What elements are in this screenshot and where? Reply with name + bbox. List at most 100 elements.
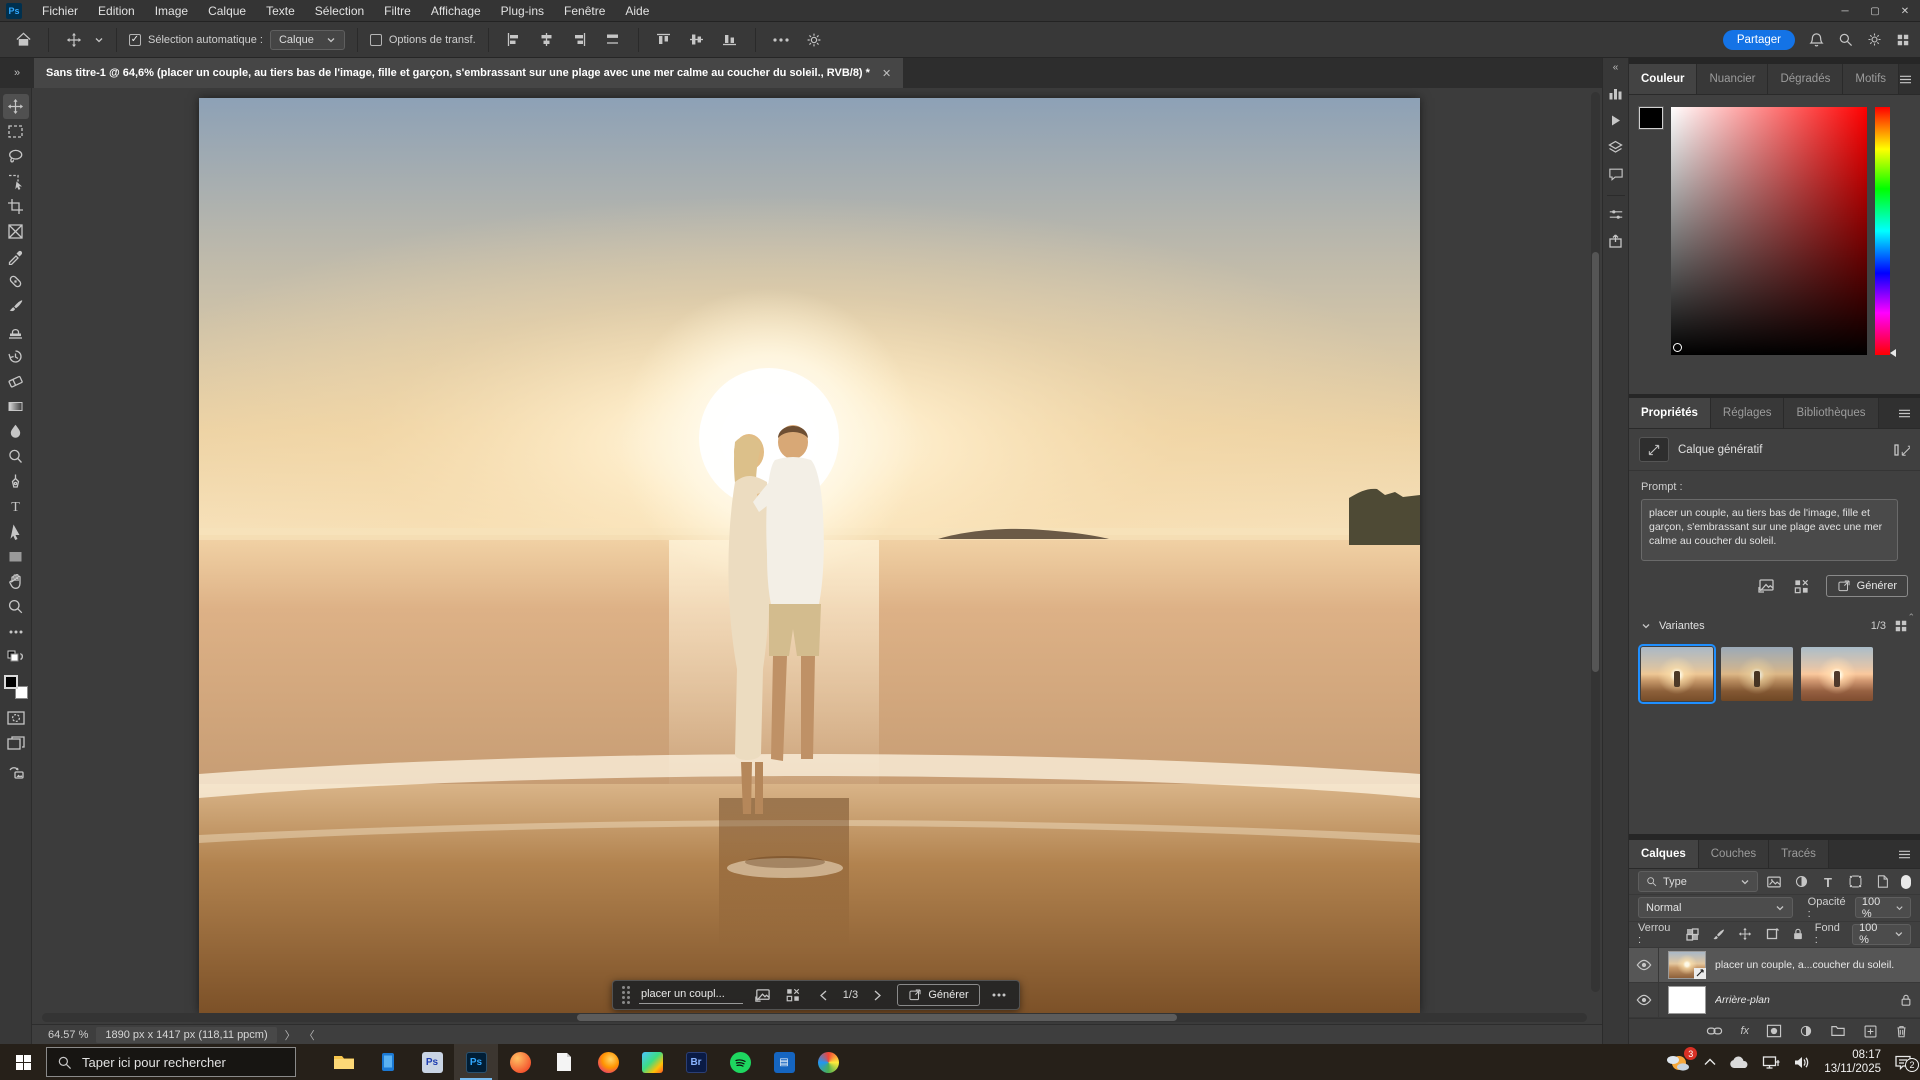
document-dimensions[interactable]: 1890 px x 1417 px (118,11 ppcm) (96, 1027, 276, 1043)
previous-variant-icon[interactable] (813, 984, 834, 1006)
layer-name[interactable]: placer un couple, a...coucher du soleil. (1715, 959, 1912, 971)
marquee-tool[interactable] (3, 119, 29, 144)
foreground-color-swatch[interactable] (4, 675, 18, 689)
tray-chevron-up-icon[interactable] (1704, 1058, 1716, 1066)
fill-value-box[interactable]: 100 % (1852, 924, 1911, 945)
panel-icon-adjustments[interactable] (1604, 202, 1628, 226)
menu-plugins[interactable]: Plug-ins (491, 1, 554, 21)
chevron-down-icon[interactable] (94, 35, 104, 45)
minimize-button[interactable]: ─ (1830, 0, 1860, 22)
dodge-tool[interactable] (3, 444, 29, 469)
path-selection-tool[interactable] (3, 519, 29, 544)
filter-type-layers-icon[interactable]: T (1818, 872, 1838, 892)
adjustment-layer-icon[interactable] (1799, 1024, 1813, 1038)
tab-couleur[interactable]: Couleur (1629, 64, 1697, 94)
clock-widget[interactable]: 08:17 13/11/2025 (1824, 1048, 1881, 1077)
zoom-tool[interactable] (3, 594, 29, 619)
onedrive-cloud-icon[interactable] (1729, 1056, 1749, 1069)
layer-thumbnail[interactable] (1668, 986, 1706, 1014)
filter-smart-objects-icon[interactable] (1872, 872, 1892, 892)
generate-button[interactable]: Générer (897, 984, 979, 1006)
maximize-button[interactable]: ▢ (1860, 0, 1890, 22)
swap-colors-icon[interactable] (3, 644, 29, 669)
variant-thumbnail-2[interactable] (1721, 647, 1793, 701)
zoom-level[interactable]: 64.57 % (48, 1029, 88, 1041)
align-top-icon[interactable] (651, 27, 677, 53)
hue-slider-handle[interactable] (1890, 349, 1896, 357)
photoshop-icon[interactable]: Ps (454, 1044, 498, 1080)
screen-mode-icon[interactable] (3, 730, 29, 755)
tab-traces[interactable]: Tracés (1769, 840, 1829, 868)
filter-pixel-layers-icon[interactable] (1765, 872, 1785, 892)
tab-couches[interactable]: Couches (1699, 840, 1769, 868)
horizontal-scrollbar[interactable] (42, 1013, 1587, 1022)
notepad-document-icon[interactable] (542, 1044, 586, 1080)
delete-layer-trash-icon[interactable] (1895, 1024, 1908, 1039)
filter-type-dropdown[interactable]: Type (1638, 871, 1758, 892)
status-chevron-right-icon[interactable]: 〉 (285, 1027, 296, 1043)
photoshop-beta-icon[interactable]: Ps (410, 1044, 454, 1080)
notification-center-icon[interactable]: 2 (1894, 1054, 1912, 1070)
bridge-icon[interactable]: Br (674, 1044, 718, 1080)
photos-app-icon[interactable] (630, 1044, 674, 1080)
filter-adjustment-layers-icon[interactable] (1791, 872, 1811, 892)
drag-handle[interactable] (622, 986, 630, 1004)
reference-image-icon[interactable] (1754, 575, 1778, 597)
tab-nuancier[interactable]: Nuancier (1697, 64, 1768, 94)
tab-proprietes[interactable]: Propriétés (1629, 398, 1711, 428)
blur-tool[interactable] (3, 419, 29, 444)
weather-widget-icon[interactable]: 3 (1665, 1051, 1691, 1073)
variations-grid-icon[interactable] (1790, 575, 1814, 597)
edit-toolbar-icon[interactable] (3, 619, 29, 644)
share-button[interactable]: Partager (1723, 30, 1795, 50)
filter-toggle[interactable] (1901, 875, 1911, 889)
volume-icon[interactable] (1793, 1055, 1811, 1070)
prompt-field[interactable]: placer un coupl... (639, 986, 743, 1004)
align-right-icon[interactable] (567, 27, 593, 53)
blend-mode-dropdown[interactable]: Normal (1638, 897, 1793, 918)
menu-texte[interactable]: Texte (256, 1, 305, 21)
contextual-task-bar[interactable]: placer un coupl... 1/3 Générer (612, 980, 1020, 1010)
expand-panels-icon[interactable]: « (1613, 62, 1619, 73)
variants-header[interactable]: Variantes 1/3 (1629, 609, 1920, 643)
variant-thumbnail-1[interactable] (1641, 647, 1713, 701)
firefox-icon[interactable] (586, 1044, 630, 1080)
lock-pixels-icon[interactable] (1709, 924, 1728, 944)
gradient-tool[interactable] (3, 394, 29, 419)
auto-select-target-dropdown[interactable]: Calque (270, 30, 345, 50)
network-icon[interactable] (1762, 1055, 1780, 1070)
hand-tool[interactable] (3, 569, 29, 594)
healing-brush-tool[interactable] (3, 269, 29, 294)
clone-stamp-tool[interactable] (3, 319, 29, 344)
layer-lock-icon[interactable] (1900, 993, 1912, 1007)
more-options-icon[interactable] (768, 27, 794, 53)
menu-fichier[interactable]: Fichier (32, 1, 88, 21)
transform-controls-checkbox[interactable] (370, 34, 382, 46)
align-center-horizontal-icon[interactable] (534, 27, 560, 53)
panel-icon-libraries[interactable] (1604, 135, 1628, 159)
object-selection-tool[interactable] (3, 169, 29, 194)
workspace-switcher-icon[interactable] (1896, 33, 1910, 47)
align-bottom-icon[interactable] (717, 27, 743, 53)
menu-selection[interactable]: Sélection (305, 1, 374, 21)
panel-menu-icon[interactable] (1898, 849, 1911, 860)
menu-image[interactable]: Image (145, 1, 198, 21)
tab-close-icon[interactable]: ✕ (882, 67, 891, 80)
frame-tool[interactable] (3, 219, 29, 244)
canvas-area[interactable]: placer un coupl... 1/3 Générer 64.57 % 1… (32, 88, 1602, 1044)
filter-shape-layers-icon[interactable] (1845, 872, 1865, 892)
menu-aide[interactable]: Aide (615, 1, 659, 21)
panel-menu-icon[interactable] (1898, 408, 1911, 419)
lock-transparency-icon[interactable] (1682, 924, 1701, 944)
next-variant-icon[interactable] (867, 984, 888, 1006)
new-layer-icon[interactable] (1863, 1024, 1878, 1039)
app-icon-blue[interactable]: ▤ (762, 1044, 806, 1080)
start-button[interactable] (0, 1044, 46, 1080)
close-button[interactable]: ✕ (1890, 0, 1920, 22)
panel-scroll-up-icon[interactable]: ⌃ (1907, 612, 1915, 623)
lasso-tool[interactable] (3, 144, 29, 169)
document-tab[interactable]: Sans titre-1 @ 64,6% (placer un couple, … (34, 58, 903, 88)
align-justify-icon[interactable] (600, 27, 626, 53)
panel-icon-export[interactable] (1604, 229, 1628, 253)
visibility-eye-icon[interactable] (1629, 948, 1659, 982)
